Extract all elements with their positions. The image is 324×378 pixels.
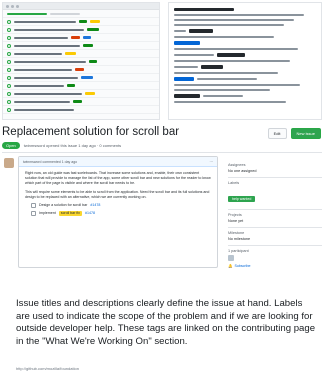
comment-body: Right now, an old guide was fast scelebo… [19,167,217,223]
new-issue-button[interactable]: New issue [290,128,321,139]
issue-actions: Edit New issue [267,128,321,139]
issue-link[interactable]: #1478 [85,211,95,216]
divider [2,152,322,153]
issue-list-row [3,82,159,90]
issue-meta-text: twinmsword opened this issue 1 day ago ·… [23,143,122,148]
help-wanted-label[interactable]: help wanted [228,196,256,202]
assignees-header: Assignees [228,163,246,167]
contributing-page-thumbnail [168,2,322,120]
projects-section[interactable]: Projects None yet [228,210,322,228]
window-dot-icon [6,4,9,8]
participants-header: 1 participant [228,249,249,253]
avatar[interactable] [4,158,14,168]
bell-icon: 🔔 [228,264,233,268]
issue-list-row [3,26,159,34]
projects-header: Projects [228,213,242,217]
issue-comment: twinmsword commented 1 day ago ··· Right… [18,156,218,268]
window-dot-icon [16,4,19,8]
issue-list-row [3,98,159,106]
checkbox[interactable] [31,203,36,209]
issue-list-thumbnail [2,2,160,120]
task-text: Design a solution for scroll bar [39,203,88,208]
issue-sidebar: Assignees No one assigned Labels help wa… [228,160,322,272]
browser-bar [3,3,159,10]
task-item: Implement scroll bar fix #1478 [31,211,211,217]
comment-paragraph: Right now, an old guide was fast scelebo… [25,171,211,186]
comment-menu-icon[interactable]: ··· [210,160,214,164]
milestone-section[interactable]: Milestone No milestone [228,228,322,246]
issue-list-row [3,42,159,50]
issue-list-row [3,74,159,82]
task-text: Implement [39,211,56,216]
highlighted-label: scroll bar fix [58,211,82,217]
status-badge: Open [2,142,20,149]
checkbox[interactable] [31,211,36,217]
source-url: http://github.com/mozilla/foundation [16,366,79,371]
milestone-value: No milestone [228,237,251,241]
issue-list-row [3,66,159,74]
subscribe-label: Subscribe [234,264,251,268]
assignees-value: No one assigned [228,169,257,173]
participant-avatar[interactable] [228,255,234,261]
issue-link[interactable]: #1478 [90,203,100,208]
issue-meta: Open twinmsword opened this issue 1 day … [2,142,121,149]
labels-section[interactable]: Labels help wanted [228,178,322,210]
projects-value: None yet [228,219,244,223]
issue-list-row [3,90,159,98]
edit-button[interactable]: Edit [267,128,287,139]
milestone-header: Milestone [228,231,245,235]
issue-list-header [3,10,159,18]
window-dot-icon [11,4,14,8]
issue-list-row [3,58,159,66]
issue-list-row [3,106,159,114]
issue-list-row [3,18,159,26]
comment-paragraph: This will require some elements to be ab… [25,189,210,199]
issue-list-row [3,34,159,42]
labels-header: Labels [228,181,240,185]
issue-title: Replacement solution for scroll bar [2,126,180,138]
caption-text: Issue titles and descriptions clearly de… [16,298,316,347]
thumbnail-strip [0,0,324,122]
subscribe-button[interactable]: 🔔 Subscribe [228,264,322,268]
issue-list-row [3,50,159,58]
participant-list [228,255,322,261]
comment-author: twinmsword commented 1 day ago [23,159,78,164]
assignees-section[interactable]: Assignees No one assigned [228,160,322,178]
participants-section: 1 participant 🔔 Subscribe [228,246,322,272]
task-item: Design a solution for scroll bar #1478 [31,203,211,209]
comment-header: twinmsword commented 1 day ago ··· [19,157,217,167]
